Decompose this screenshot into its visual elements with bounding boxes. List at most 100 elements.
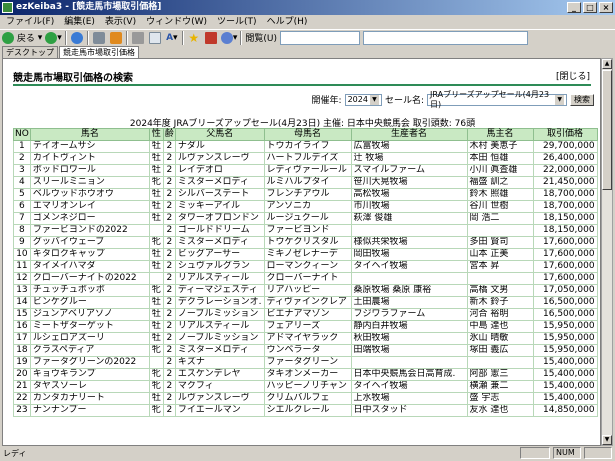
table-row[interactable]: 18 クラスペディア牝 2 ミスターメロディ ウンベラータ 田端牧場 塚田 義広 15,950… bbox=[13, 344, 598, 357]
sex: 牡 bbox=[148, 152, 164, 165]
table-row[interactable]: 7 ゴメンネジロー牡 2 タワーオブロンドン ルージュクール 萩澤 俊雄岡 浩二 18,15… bbox=[13, 212, 598, 225]
toolbar-separator bbox=[181, 30, 184, 45]
forward-button[interactable]: ▾ bbox=[45, 31, 62, 45]
tab-desktop[interactable]: デスクトップ bbox=[2, 46, 58, 58]
status-text: レディ bbox=[3, 449, 27, 458]
owner-name: 盛 宇志 bbox=[466, 392, 534, 405]
sex: 牝 bbox=[148, 368, 164, 381]
breeder-name: スマイルファーム bbox=[350, 164, 468, 177]
row-number: 4 bbox=[13, 176, 31, 189]
table-row[interactable]: 16 ミートザターゲット牡 2 リアルスティール フェアリーズ 静内白井牧場 中島 達也 15… bbox=[13, 320, 598, 333]
chevron-down-icon: ▼ bbox=[555, 94, 564, 105]
menu-edit[interactable]: 編集(E) bbox=[62, 15, 97, 29]
table-row[interactable]: 10 キタロクキャップ牡 2 ビッグアーサー ミキノゼレナーデ 岡田牧場 山本 正美 17,6… bbox=[13, 248, 598, 261]
menu-help[interactable]: ヘルプ(H) bbox=[265, 15, 310, 29]
stop-button[interactable] bbox=[92, 31, 106, 45]
book-button[interactable] bbox=[204, 31, 218, 45]
owner-name: 鈴木 照雄 bbox=[466, 188, 534, 201]
menu-view[interactable]: 表示(V) bbox=[103, 15, 138, 29]
table-row[interactable]: 9 グッバイウェーブ牝 2 ミスターメロディ トウケクリスタル 様似共栄牧場 多田 賢司 17… bbox=[13, 236, 598, 249]
refresh-button[interactable] bbox=[70, 31, 84, 45]
table-row[interactable]: 12 クローバーナイトの2022 2 リアルスティール クローバーナイト 17,600,0… bbox=[13, 272, 598, 285]
table-row[interactable]: 13 チュッチュボッボ牝 2 ディーマジェスティ リアハッピー 桑原牧場 桑原 康裕 高橋 … bbox=[13, 284, 598, 297]
table-row[interactable]: 5 ベルウッドホウオウ牡 2 シルバーステート フレンチアウル 高松牧場 鈴木 照雄 18,7… bbox=[13, 188, 598, 201]
search-button[interactable]: 検索 bbox=[570, 93, 594, 106]
font-button[interactable]: A ▾ bbox=[165, 31, 179, 45]
owner-name bbox=[466, 272, 534, 285]
close-button[interactable]: × bbox=[599, 2, 613, 13]
scroll-thumb[interactable] bbox=[602, 70, 612, 190]
address-label: 閲覧(U) bbox=[245, 34, 277, 44]
menu-window[interactable]: ウィンドウ(W) bbox=[144, 15, 209, 29]
close-link[interactable]: [閉じる] bbox=[556, 69, 590, 82]
table-row[interactable]: 1 テイオームサシ牡 2 ナダル トウカイライフ 広富牧場 木村 美恵子 29,700,000 bbox=[13, 140, 598, 153]
scroll-down-arrow[interactable]: ▼ bbox=[602, 435, 612, 445]
favorites-button[interactable]: ★ bbox=[187, 31, 201, 45]
sex: 牡 bbox=[148, 140, 164, 153]
table-row[interactable]: 23 ナンナンプー牝 2 フイエールマン シエルクレール 日中スタッド 友水 達也 14,85… bbox=[13, 404, 598, 417]
sex: 牡 bbox=[148, 212, 164, 225]
sex bbox=[148, 356, 164, 369]
table-row[interactable]: 21 タヤスソーレ牝 2 マクフィ ハッピーノリチャン タイヘイ牧場 横瀬 兼二 15,400… bbox=[13, 380, 598, 393]
row-number: 6 bbox=[13, 200, 31, 213]
row-number: 11 bbox=[13, 260, 31, 273]
home-button[interactable] bbox=[109, 31, 123, 45]
page-button[interactable] bbox=[148, 31, 162, 45]
breeder-name: 市川牧場 bbox=[350, 200, 468, 213]
address-dropdown[interactable] bbox=[279, 30, 360, 45]
horse-name: クラスペディア bbox=[29, 344, 150, 357]
table-row[interactable]: 3 ボッドロワール牡 2 レイデオロ レディヴァールール スマイルファーム 小川 眞査雄 22… bbox=[13, 164, 598, 177]
horse-name: ボッドロワール bbox=[29, 164, 150, 177]
sale-select[interactable]: JRAブリーズアップセール(4月23日) ▼ bbox=[427, 90, 567, 109]
sire-name: ルヴァンスレーヴ bbox=[174, 392, 265, 405]
table-row[interactable]: 4 スリールミニョン牝 2 ミスターメロディ ルミハルプタイ 笹川大晃牧場 福盛 訓之 21,… bbox=[13, 176, 598, 189]
row-number: 7 bbox=[13, 212, 31, 225]
table-row[interactable]: 15 ジュンアベリアソノ牡 2 ノーブルミッション ビエナアマゾン フジワラファーム 河合 … bbox=[13, 308, 598, 321]
sire-name: ノーブルミッション bbox=[174, 332, 265, 345]
scroll-up-arrow[interactable]: ▲ bbox=[602, 59, 612, 69]
sire-name: ミスターメロディ bbox=[174, 236, 265, 249]
dam-name: アンソニカ bbox=[263, 200, 352, 213]
table-row[interactable]: 2 カイトヴィント牡 2 ルヴァンスレーヴ ハートフルデイズ辻 牧場 本田 恒雄 26,40… bbox=[13, 152, 598, 165]
table-row[interactable]: 17 ルシェロアズーリ牡 2 ノーブルミッション アドマイヤラック 秋田牧場 氷山 晴敏 15… bbox=[13, 332, 598, 345]
dam-name: ウンベラータ bbox=[263, 344, 352, 357]
network-button[interactable]: ▾ bbox=[220, 31, 237, 45]
age: 2 bbox=[162, 140, 176, 153]
print-button[interactable] bbox=[131, 31, 145, 45]
table-row[interactable]: 20 キョウキランプ牝 2 エスケンデレヤ タキオンメーカー 日本中央競馬会日高育成. 阿部… bbox=[13, 368, 598, 381]
window-title: ezKeiba3 - [競走馬市場取引価格] bbox=[16, 2, 162, 12]
header-no: NO bbox=[13, 128, 31, 141]
menu-tools[interactable]: ツール(T) bbox=[215, 15, 259, 29]
owner-name: 小川 眞査雄 bbox=[466, 164, 534, 177]
horse-name: キタロクキャップ bbox=[29, 248, 150, 261]
table-row[interactable]: 8 ファービヨンドの2022 2 ゴールドドリーム ファービヨンド 18,150,000 bbox=[13, 224, 598, 237]
horse-name: ミートザターゲット bbox=[29, 320, 150, 333]
price: 18,700,000 bbox=[532, 188, 598, 201]
table-row[interactable]: 11 タイメイハマダ牡 2 シュヴァルグラン ローマンクィーン タイヘイ牧場 宮本 昇 17,… bbox=[13, 260, 598, 273]
back-button[interactable]: 戻る ▾ bbox=[2, 31, 42, 45]
sire-name: ミッキーアイル bbox=[174, 200, 265, 213]
sale-value: JRAブリーズアップセール(4月23日) bbox=[430, 89, 550, 109]
row-number: 20 bbox=[13, 368, 31, 381]
table-row[interactable]: 22 カンタカナリート牡 2 ルヴァンスレーヴ クリムバルフェ 上水牧場盛 宇志 15,40… bbox=[13, 392, 598, 405]
header-price: 取引価格 bbox=[532, 128, 598, 141]
price: 22,000,000 bbox=[532, 164, 598, 177]
minimize-button[interactable]: _ bbox=[567, 2, 581, 13]
owner-name: 塚田 義広 bbox=[466, 344, 534, 357]
year-select[interactable]: 2024 ▼ bbox=[344, 93, 382, 106]
menu-file[interactable]: ファイル(F) bbox=[4, 15, 56, 29]
vertical-scrollbar[interactable]: ▲ ▼ bbox=[601, 58, 613, 446]
toolbar-separator bbox=[240, 30, 243, 45]
age: 2 bbox=[162, 152, 176, 165]
year-label: 開催年: bbox=[311, 96, 342, 106]
table-row[interactable]: 14 ビンケグルー牡 2 デクラレーションオ. ディヴァインクレア 土田農場 新木 鈴子 16… bbox=[13, 296, 598, 309]
tab-market-price[interactable]: 競走馬市場取引価格 bbox=[59, 46, 139, 58]
table-row[interactable]: 6 エマリオンレイ牡 2 ミッキーアイル アンソニカ 市川牧場 谷川 世樹 18,700,00… bbox=[13, 200, 598, 213]
sex: 牡 bbox=[148, 308, 164, 321]
maximize-button[interactable]: □ bbox=[583, 2, 597, 13]
address-input[interactable] bbox=[362, 30, 528, 45]
breeder-name: 笹川大晃牧場 bbox=[350, 176, 468, 189]
owner-name: 本田 恒雄 bbox=[466, 152, 534, 165]
price: 18,150,000 bbox=[532, 212, 598, 225]
table-row[interactable]: 19 ファータグリーンの2022 2 キズナ ファータグリーン 15,400,000 bbox=[13, 356, 598, 369]
